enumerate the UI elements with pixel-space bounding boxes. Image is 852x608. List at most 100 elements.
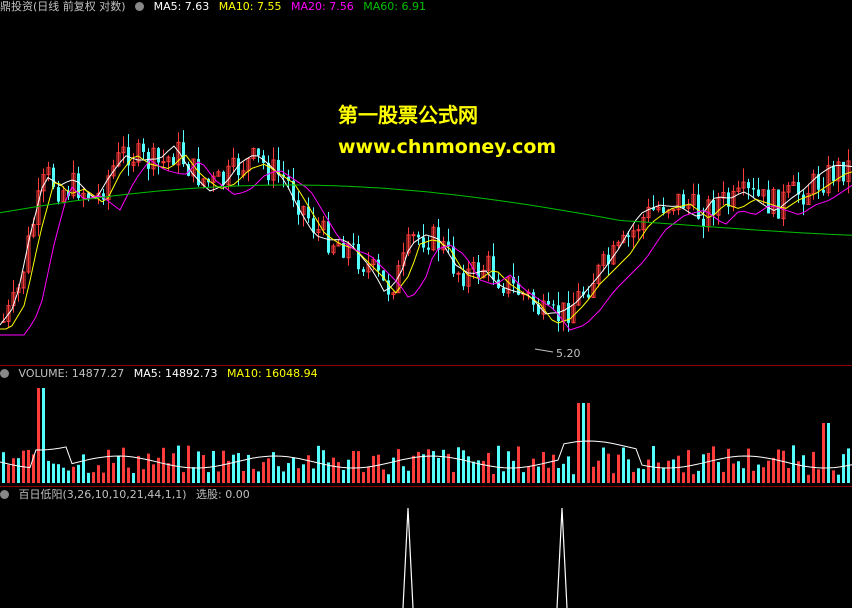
volume-bar xyxy=(382,469,385,483)
volume-bar xyxy=(152,464,155,483)
volume-bar xyxy=(157,457,160,483)
candle-body xyxy=(492,256,495,280)
candle-body xyxy=(712,199,715,216)
volume-bar xyxy=(262,462,265,483)
volume-bar xyxy=(257,471,260,483)
volume-bar xyxy=(292,457,295,483)
volume-bar xyxy=(582,403,585,483)
volume-bar xyxy=(217,471,220,483)
volume-bar xyxy=(727,448,730,483)
volume-bar xyxy=(67,470,70,483)
candle-body xyxy=(357,243,360,270)
candle-body xyxy=(456,272,461,275)
volume-bar xyxy=(52,463,55,483)
volume-bar xyxy=(117,456,120,483)
volume-ma10-value: MA10: 16048.94 xyxy=(226,367,318,380)
candle-body xyxy=(161,161,166,164)
volume-bar xyxy=(517,446,520,483)
volume-bar xyxy=(17,458,20,483)
signal-spike xyxy=(402,507,414,608)
candle-body xyxy=(842,161,845,182)
volume-bar xyxy=(752,470,755,483)
candle-body xyxy=(802,194,805,205)
volume-bar xyxy=(357,451,360,483)
volume-bar xyxy=(807,474,810,483)
volume-bar xyxy=(12,458,15,483)
volume-bar xyxy=(707,452,710,483)
price-chart[interactable]: 5.20 xyxy=(0,14,852,366)
volume-bar xyxy=(747,448,750,483)
candle-body xyxy=(462,273,465,287)
volume-bar xyxy=(27,449,30,483)
volume-bar xyxy=(822,423,825,483)
candle-body xyxy=(157,148,160,163)
volume-bar xyxy=(832,470,835,483)
indicator-chart xyxy=(402,507,568,608)
candle-body xyxy=(627,235,630,237)
volume-bar xyxy=(182,472,185,483)
volume-bar xyxy=(572,474,575,483)
candle-body xyxy=(427,247,430,250)
volume-settings-dot-icon[interactable] xyxy=(0,369,9,378)
volume-bar xyxy=(702,454,705,483)
volume-bar xyxy=(242,470,245,483)
volume-bar xyxy=(397,449,400,483)
volume-bar xyxy=(537,466,540,483)
indicator-settings-dot-icon[interactable] xyxy=(0,490,9,499)
low-price-label: 5.20 xyxy=(556,347,581,360)
volume-bar xyxy=(2,452,5,483)
volume-bar xyxy=(742,468,745,483)
candle-body xyxy=(757,189,760,196)
pane-separator-2[interactable] xyxy=(0,486,852,487)
candle-body xyxy=(411,234,416,237)
volume-bar xyxy=(827,423,830,483)
volume-bar xyxy=(457,447,460,483)
volume-bar xyxy=(692,474,695,483)
ma10-value: MA10: 7.55 xyxy=(218,0,282,13)
volume-bar xyxy=(352,450,355,483)
volume-bar xyxy=(57,464,60,483)
pane-separator[interactable] xyxy=(0,365,852,366)
volume-bar xyxy=(237,453,240,483)
main-chart-legend: 鼎投资(日线 前复权 对数) MA5: 7.63 MA10: 7.55 MA20… xyxy=(0,0,432,14)
volume-bar xyxy=(7,464,10,483)
volume-bar xyxy=(232,454,235,483)
candle-body xyxy=(587,294,590,298)
volume-bar xyxy=(662,467,665,483)
volume-bar xyxy=(42,388,45,483)
volume-bar xyxy=(497,445,500,483)
volume-chart[interactable] xyxy=(0,381,852,485)
volume-bar xyxy=(272,452,275,483)
volume-bar xyxy=(842,454,845,483)
volume-bar xyxy=(282,471,285,483)
volume-bar xyxy=(177,445,180,483)
volume-bar xyxy=(372,455,375,483)
volume-bar xyxy=(447,453,450,483)
settings-dot-icon[interactable] xyxy=(135,2,145,11)
volume-bar xyxy=(122,447,125,483)
volume-bar xyxy=(222,450,225,483)
candle-body xyxy=(142,143,145,152)
volume-bar xyxy=(267,458,270,483)
volume-bar xyxy=(192,467,195,483)
candle-body xyxy=(502,287,505,293)
volume-bar xyxy=(297,468,300,483)
indicator-name: 百日低阳(3,26,10,10,21,44,1,1) xyxy=(18,488,187,501)
candle-body xyxy=(417,234,420,238)
volume-bar xyxy=(767,460,770,483)
volume-bar xyxy=(622,447,625,483)
volume-bar xyxy=(467,456,470,483)
volume-bar xyxy=(92,472,95,483)
volume-bar xyxy=(387,474,390,483)
volume-bar xyxy=(492,473,495,483)
ma20-value: MA20: 7.56 xyxy=(291,0,354,13)
volume-bar xyxy=(737,461,740,483)
indicator-value: 选股: 0.00 xyxy=(196,488,250,501)
volume-bar xyxy=(422,454,425,483)
volume-bar xyxy=(202,455,205,483)
volume-bar xyxy=(287,463,290,483)
volume-bar xyxy=(612,473,615,483)
volume-bar xyxy=(627,459,630,483)
volume-bar xyxy=(522,472,525,483)
volume-bar xyxy=(127,467,130,483)
